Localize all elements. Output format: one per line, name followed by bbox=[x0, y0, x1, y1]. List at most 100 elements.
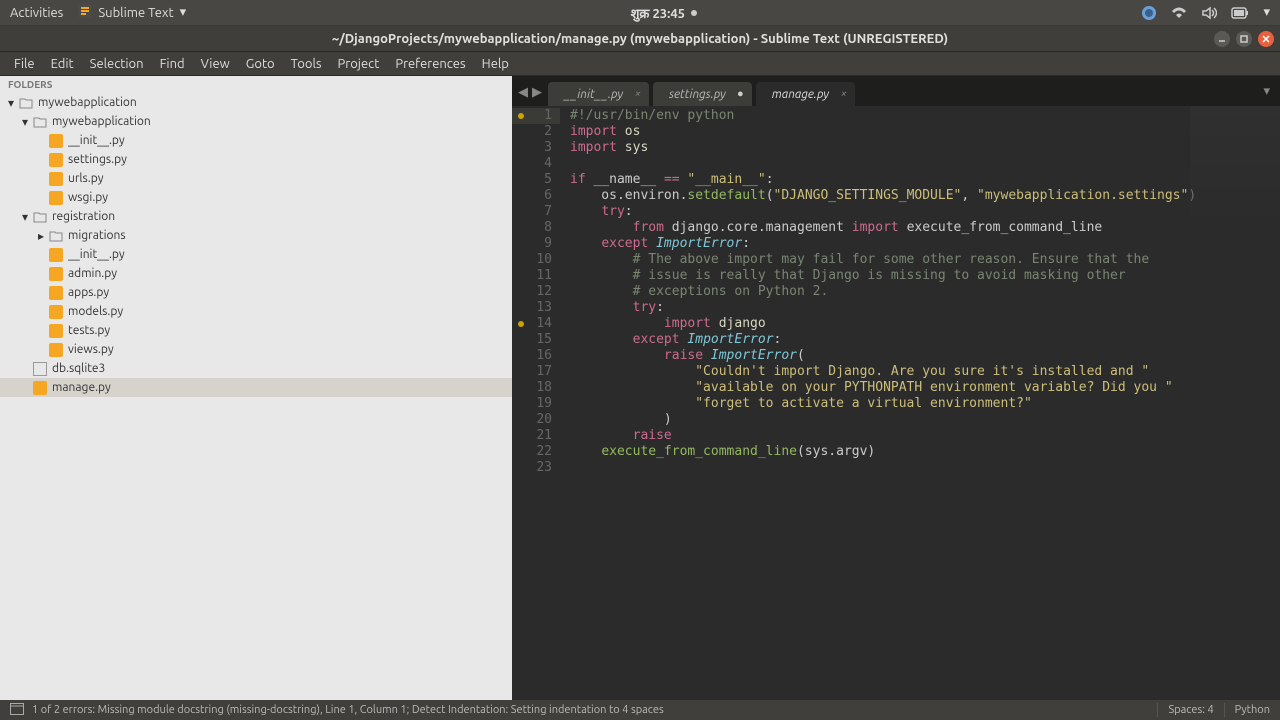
tree-item-label: migrations bbox=[68, 229, 126, 242]
code-line[interactable]: execute_from_command_line(sys.argv) bbox=[570, 444, 1280, 460]
gutter-line: 20 bbox=[512, 412, 560, 428]
code-content[interactable]: #!/usr/bin/env pythonimport osimport sys… bbox=[560, 106, 1280, 700]
code-line[interactable]: # issue is really that Django is missing… bbox=[570, 268, 1280, 284]
tab-__init__-py[interactable]: __init__.py × bbox=[548, 82, 649, 106]
code-line[interactable]: "forget to activate a virtual environmen… bbox=[570, 396, 1280, 412]
tree-item-apps-py[interactable]: apps.py bbox=[0, 283, 512, 302]
disclosure-icon[interactable]: ▾ bbox=[6, 98, 16, 108]
volume-icon[interactable] bbox=[1201, 5, 1217, 21]
code-line[interactable]: import sys bbox=[570, 140, 1280, 156]
tree-item-migrations[interactable]: ▸ migrations bbox=[0, 226, 512, 245]
battery-icon[interactable] bbox=[1231, 7, 1249, 19]
wifi-icon[interactable] bbox=[1171, 5, 1187, 21]
code-line[interactable]: if __name__ == "__main__": bbox=[570, 172, 1280, 188]
system-menu-chevron-icon[interactable]: ▾ bbox=[1263, 5, 1270, 20]
menu-find[interactable]: Find bbox=[152, 57, 193, 71]
tree-item-label: registration bbox=[52, 210, 115, 223]
menu-help[interactable]: Help bbox=[474, 57, 517, 71]
gutter-line: 3 bbox=[512, 140, 560, 156]
disclosure-icon[interactable]: ▾ bbox=[20, 117, 30, 127]
menu-project[interactable]: Project bbox=[330, 57, 388, 71]
code-line[interactable]: except ImportError: bbox=[570, 236, 1280, 252]
gutter-line: 15 bbox=[512, 332, 560, 348]
disclosure-icon[interactable]: ▾ bbox=[20, 212, 30, 222]
code-line[interactable]: ) bbox=[570, 412, 1280, 428]
tab-history-forward-icon[interactable]: ▶ bbox=[532, 85, 542, 100]
menu-edit[interactable]: Edit bbox=[43, 57, 82, 71]
code-line[interactable]: # exceptions on Python 2. bbox=[570, 284, 1280, 300]
tree-item-__init__-py[interactable]: __init__.py bbox=[0, 245, 512, 264]
activities-button[interactable]: Activities bbox=[10, 6, 63, 20]
menu-selection[interactable]: Selection bbox=[82, 57, 152, 71]
code-line[interactable] bbox=[570, 156, 1280, 172]
tab-manage-py[interactable]: manage.py× bbox=[756, 82, 855, 106]
menu-goto[interactable]: Goto bbox=[238, 57, 283, 71]
database-file-icon bbox=[33, 362, 47, 376]
tree-item-wsgi-py[interactable]: wsgi.py bbox=[0, 188, 512, 207]
code-line[interactable]: "Couldn't import Django. Are you sure it… bbox=[570, 364, 1280, 380]
tree-item-models-py[interactable]: models.py bbox=[0, 302, 512, 321]
tree-item-label: __init__.py bbox=[68, 134, 125, 147]
clock[interactable]: शुक्र 23:45 bbox=[186, 4, 1141, 22]
tree-item-views-py[interactable]: views.py bbox=[0, 340, 512, 359]
console-icon[interactable] bbox=[10, 703, 24, 718]
gutter-line: 18 bbox=[512, 380, 560, 396]
code-line[interactable]: try: bbox=[570, 204, 1280, 220]
python-file-icon bbox=[49, 305, 63, 319]
minimize-button[interactable] bbox=[1214, 31, 1230, 47]
tab-dirty-icon[interactable]: ● bbox=[737, 88, 744, 100]
code-line[interactable]: raise ImportError( bbox=[570, 348, 1280, 364]
gutter-line: 4 bbox=[512, 156, 560, 172]
tab-dropdown-icon[interactable]: ▾ bbox=[1263, 84, 1270, 99]
code-line[interactable]: from django.core.management import execu… bbox=[570, 220, 1280, 236]
menu-tools[interactable]: Tools bbox=[283, 57, 330, 71]
gutter-line: 14 bbox=[512, 316, 560, 332]
code-line[interactable]: import django bbox=[570, 316, 1280, 332]
tab-close-icon[interactable]: × bbox=[635, 88, 641, 100]
code-line[interactable]: try: bbox=[570, 300, 1280, 316]
tab-label: __init__.py bbox=[564, 88, 623, 101]
tree-item-__init__-py[interactable]: __init__.py bbox=[0, 131, 512, 150]
menu-view[interactable]: View bbox=[193, 57, 238, 71]
tree-item-db-sqlite3[interactable]: db.sqlite3 bbox=[0, 359, 512, 378]
disclosure-icon[interactable]: ▸ bbox=[36, 231, 46, 241]
minimap[interactable] bbox=[1190, 106, 1280, 226]
folder-tree[interactable]: ▾mywebapplication▾mywebapplication __init… bbox=[0, 93, 512, 700]
window-title-bar: ~/DjangoProjects/mywebapplication/manage… bbox=[0, 26, 1280, 52]
code-line[interactable]: import os bbox=[570, 124, 1280, 140]
tree-item-settings-py[interactable]: settings.py bbox=[0, 150, 512, 169]
tree-item-mywebapplication[interactable]: ▾mywebapplication bbox=[0, 112, 512, 131]
menu-preferences[interactable]: Preferences bbox=[387, 57, 473, 71]
tree-item-mywebapplication[interactable]: ▾mywebapplication bbox=[0, 93, 512, 112]
tab-settings-py[interactable]: settings.py● bbox=[653, 82, 752, 106]
code-line[interactable]: # The above import may fail for some oth… bbox=[570, 252, 1280, 268]
notification-dot-icon bbox=[691, 10, 697, 16]
code-editor[interactable]: 1234567891011121314151617181920212223 #!… bbox=[512, 106, 1280, 700]
tree-item-admin-py[interactable]: admin.py bbox=[0, 264, 512, 283]
status-error-text[interactable]: 1 of 2 errors: Missing module docstring … bbox=[32, 704, 664, 716]
tab-close-icon[interactable]: × bbox=[841, 88, 847, 100]
code-line[interactable]: #!/usr/bin/env python bbox=[570, 108, 1280, 124]
code-line[interactable]: os.environ.setdefault("DJANGO_SETTINGS_M… bbox=[570, 188, 1280, 204]
tree-item-tests-py[interactable]: tests.py bbox=[0, 321, 512, 340]
tab-history-back-icon[interactable]: ◀ bbox=[518, 85, 528, 100]
python-file-icon bbox=[33, 381, 47, 395]
code-line[interactable]: raise bbox=[570, 428, 1280, 444]
code-line[interactable] bbox=[570, 460, 1280, 476]
code-line[interactable]: except ImportError: bbox=[570, 332, 1280, 348]
close-button[interactable] bbox=[1258, 31, 1274, 47]
status-syntax[interactable]: Python bbox=[1235, 704, 1270, 716]
gutter-line: 19 bbox=[512, 396, 560, 412]
tree-item-registration[interactable]: ▾ registration bbox=[0, 207, 512, 226]
menu-file[interactable]: File bbox=[6, 57, 43, 71]
tree-item-urls-py[interactable]: urls.py bbox=[0, 169, 512, 188]
code-line[interactable]: "available on your PYTHONPATH environmen… bbox=[570, 380, 1280, 396]
folder-icon bbox=[33, 210, 47, 224]
app-menu[interactable]: Sublime Text ▾ bbox=[78, 4, 186, 21]
python-file-icon bbox=[49, 324, 63, 338]
status-indentation[interactable]: Spaces: 4 bbox=[1168, 704, 1213, 716]
tree-item-manage-py[interactable]: manage.py bbox=[0, 378, 512, 397]
tree-item-label: admin.py bbox=[68, 267, 117, 280]
maximize-button[interactable] bbox=[1236, 31, 1252, 47]
app-indicator-icon[interactable] bbox=[1141, 5, 1157, 21]
